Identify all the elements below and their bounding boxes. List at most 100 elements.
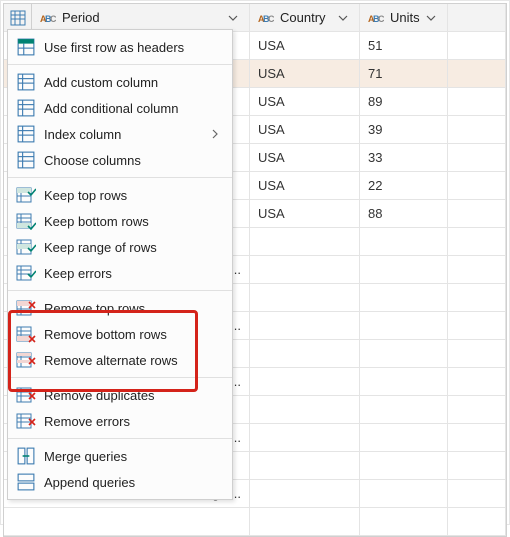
menu-item-label: Add custom column xyxy=(44,75,222,90)
column-header-country[interactable]: ABC Country xyxy=(250,4,360,31)
cell-empty xyxy=(448,452,506,479)
choose-col-icon xyxy=(16,150,36,170)
cell-empty xyxy=(448,172,506,199)
menu-item-add-custom-column[interactable]: Add custom column xyxy=(8,69,232,95)
cell-country[interactable]: USA xyxy=(250,60,360,87)
table-context-menu: Use first row as headers Add custom colum… xyxy=(7,29,233,500)
cell-units[interactable]: 33 xyxy=(360,144,448,171)
cell-country[interactable] xyxy=(250,508,360,535)
cell-country[interactable] xyxy=(250,424,360,451)
column-filter-dropdown[interactable] xyxy=(335,10,351,26)
remove-err-icon xyxy=(16,411,36,431)
cell-units[interactable] xyxy=(360,452,448,479)
abc-type-icon: ABC xyxy=(40,10,56,26)
menu-item-label: Index column xyxy=(44,127,208,142)
keep-range-icon xyxy=(16,237,36,257)
menu-separator xyxy=(8,377,232,378)
column-filter-dropdown[interactable] xyxy=(423,10,439,26)
table-row[interactable] xyxy=(4,508,506,536)
svg-text:C: C xyxy=(378,14,384,24)
remove-top-icon xyxy=(16,298,36,318)
menu-item-keep-top[interactable]: Keep top rows xyxy=(8,182,232,208)
cell-country[interactable]: USA xyxy=(250,116,360,143)
menu-item-index-column[interactable]: Index column xyxy=(8,121,232,147)
column-header-period[interactable]: ABC Period xyxy=(32,4,250,31)
menu-item-remove-alternate[interactable]: Remove alternate rows xyxy=(8,347,232,373)
sparkle-col-icon xyxy=(16,72,36,92)
cell-country[interactable] xyxy=(250,480,360,507)
menu-item-keep-range[interactable]: Keep range of rows xyxy=(8,234,232,260)
cell-empty xyxy=(448,480,506,507)
menu-item-remove-bottom[interactable]: Remove bottom rows xyxy=(8,321,232,347)
menu-item-label: Remove top rows xyxy=(44,301,222,316)
cell-country[interactable]: USA xyxy=(250,172,360,199)
cell-units[interactable] xyxy=(360,256,448,283)
column-header-empty xyxy=(448,4,506,31)
cell-units[interactable] xyxy=(360,340,448,367)
column-header-label: Units xyxy=(390,4,423,31)
cell-units[interactable] xyxy=(360,508,448,535)
cell-country[interactable] xyxy=(250,368,360,395)
cell-units[interactable]: 39 xyxy=(360,116,448,143)
abc-type-icon: ABC xyxy=(258,10,274,26)
cell-empty xyxy=(448,368,506,395)
cell-country[interactable]: USA xyxy=(250,88,360,115)
merge-icon xyxy=(16,446,36,466)
cell-units[interactable]: 89 xyxy=(360,88,448,115)
cell-country[interactable] xyxy=(250,452,360,479)
cell-units[interactable] xyxy=(360,480,448,507)
cell-country[interactable] xyxy=(250,312,360,339)
menu-item-label: Choose columns xyxy=(44,153,222,168)
menu-item-label: Remove alternate rows xyxy=(44,353,222,368)
cell-units[interactable] xyxy=(360,396,448,423)
table-menu-button[interactable] xyxy=(4,4,32,31)
cell-units[interactable] xyxy=(360,228,448,255)
cell-units[interactable] xyxy=(360,424,448,451)
cell-units[interactable]: 51 xyxy=(360,32,448,59)
cell-empty xyxy=(448,60,506,87)
cell-country[interactable]: USA xyxy=(250,32,360,59)
menu-item-append-queries[interactable]: Append queries xyxy=(8,469,232,495)
menu-item-remove-top[interactable]: Remove top rows xyxy=(8,295,232,321)
index-col-icon xyxy=(16,124,36,144)
chevron-right-icon xyxy=(208,129,222,139)
menu-item-merge-queries[interactable]: Merge queries xyxy=(8,443,232,469)
menu-item-label: Keep bottom rows xyxy=(44,214,222,229)
column-header-label: Country xyxy=(280,4,335,31)
cell-country[interactable] xyxy=(250,340,360,367)
cell-first[interactable] xyxy=(4,508,250,535)
cell-units[interactable] xyxy=(360,368,448,395)
append-icon xyxy=(16,472,36,492)
cell-units[interactable] xyxy=(360,312,448,339)
menu-item-label: Remove bottom rows xyxy=(44,327,222,342)
cell-country[interactable]: USA xyxy=(250,200,360,227)
cell-country[interactable] xyxy=(250,256,360,283)
menu-item-choose-columns[interactable]: Choose columns xyxy=(8,147,232,173)
menu-item-label: Merge queries xyxy=(44,449,222,464)
cell-units[interactable]: 22 xyxy=(360,172,448,199)
menu-item-add-conditional-column[interactable]: Add conditional column xyxy=(8,95,232,121)
menu-item-use-first-row[interactable]: Use first row as headers xyxy=(8,34,232,60)
table-header-icon xyxy=(16,37,36,57)
menu-item-label: Keep range of rows xyxy=(44,240,222,255)
cell-country[interactable] xyxy=(250,396,360,423)
menu-item-label: Remove duplicates xyxy=(44,388,222,403)
column-header-units[interactable]: ABC Units xyxy=(360,4,448,31)
remove-dup-icon xyxy=(16,385,36,405)
cell-country[interactable]: USA xyxy=(250,144,360,171)
menu-item-remove-errors[interactable]: Remove errors xyxy=(8,408,232,434)
cell-country[interactable] xyxy=(250,228,360,255)
grid-header-row: ABC Period ABC Country ABC Units xyxy=(4,4,506,32)
menu-item-keep-bottom[interactable]: Keep bottom rows xyxy=(8,208,232,234)
cell-empty xyxy=(448,284,506,311)
cell-units[interactable]: 71 xyxy=(360,60,448,87)
menu-item-keep-errors[interactable]: Keep errors xyxy=(8,260,232,286)
cell-units[interactable]: 88 xyxy=(360,200,448,227)
svg-text:C: C xyxy=(50,14,56,24)
column-filter-dropdown[interactable] xyxy=(225,10,241,26)
cell-units[interactable] xyxy=(360,284,448,311)
cell-empty xyxy=(448,508,506,535)
svg-text:C: C xyxy=(268,14,274,24)
menu-item-remove-duplicates[interactable]: Remove duplicates xyxy=(8,382,232,408)
cell-country[interactable] xyxy=(250,284,360,311)
